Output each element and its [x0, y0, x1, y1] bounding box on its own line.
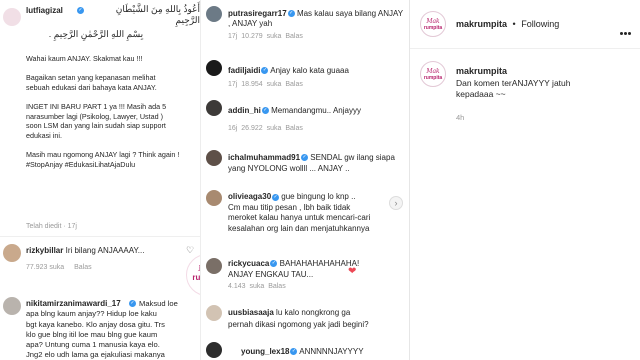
arabic-line: بِسْمِ اللهِ الرَّحْمٰنِ الرَّحِيمِ .: [48, 29, 144, 39]
comment-line: rickycuaca ✓ BAHAHAHAHAHAHA! ANJAY ENGKAU…: [228, 259, 360, 279]
comment-username[interactable]: rizkybillar: [26, 246, 63, 255]
post-username[interactable]: makrumpita: [456, 66, 507, 76]
comment-line: young_lex18 ✓ ANNNNNJAYYYY: [241, 347, 364, 356]
comment-line: olivieaga30 ✓ gue bingung lo knp .. Cm ma…: [228, 192, 371, 233]
left-comment-panel: lutfiagizal ✓ أَعُوذُ بِاللهِ مِنَ الشَّ…: [0, 0, 200, 360]
verified-badge-icon: ✓: [77, 7, 84, 14]
comment-username[interactable]: rickycuaca: [228, 259, 269, 268]
red-heart-icon: ❤: [348, 266, 357, 277]
avatar[interactable]: [206, 258, 222, 274]
heart-icon[interactable]: ♡: [186, 245, 194, 256]
comment-line: addin_hi ✓ Memandangmu.. Anjayyy: [228, 106, 361, 115]
avatar[interactable]: [206, 100, 222, 116]
comment-meta: 77.923 suka Balas: [26, 264, 92, 271]
comment-line: ichalmuhammad91 ✓ SENDAL gw ilang siapa y…: [228, 153, 395, 173]
avatar[interactable]: [206, 6, 222, 22]
arabic-line: أَعُوذُ بِاللهِ مِنَ الشَّيْطَانِ الرَّج…: [115, 4, 200, 25]
avatar[interactable]: [3, 244, 21, 262]
comment-username[interactable]: lutfiagizal: [26, 6, 63, 15]
following-button[interactable]: Following: [521, 19, 559, 29]
comment-text: Maksud loe apa blng kaum anjay?? Hidup l…: [26, 299, 178, 360]
avatar[interactable]: [206, 190, 222, 206]
like-count[interactable]: 77.923 suka: [26, 264, 64, 271]
reply-button[interactable]: Balas: [74, 264, 92, 271]
comment-username[interactable]: putrasiregarr17: [228, 9, 287, 18]
header-username[interactable]: makrumpita: [456, 19, 507, 29]
avatar[interactable]: [206, 305, 222, 321]
comment-username[interactable]: ichalmuhammad91: [228, 153, 300, 162]
comment-meta: 16j 26.922 suka Balas: [228, 125, 303, 132]
avatar[interactable]: [3, 297, 21, 315]
avatar[interactable]: [206, 60, 222, 76]
divider: [0, 236, 200, 237]
post-avatar[interactable]: Mak rumpita: [420, 61, 446, 87]
post-panel: Mak rumpita makrumpita • Following Mak r…: [409, 0, 640, 360]
more-options-icon[interactable]: [619, 22, 631, 40]
comment-line: putrasiregarr17 ✓ Mas kalau saya bilang A…: [228, 9, 403, 28]
divider: [410, 48, 640, 49]
middle-comment-panel: putrasiregarr17 ✓ Mas kalau saya bilang A…: [200, 0, 407, 360]
post-header: makrumpita • Following: [456, 19, 560, 29]
comment-username[interactable]: olivieaga30: [228, 192, 271, 201]
avatar[interactable]: [3, 8, 21, 26]
comment-text: Anjay kalo kata guaaa: [270, 66, 349, 75]
post-caption: Dan komen terANJAYYY jatuh kepadaaa ~~: [456, 78, 571, 99]
post-time: 4h: [456, 113, 465, 122]
avatar[interactable]: [206, 150, 222, 166]
comment-username[interactable]: addin_hi: [228, 106, 261, 115]
chevron-right-icon[interactable]: ›: [389, 196, 403, 210]
comment-meta: 17j 10.279 suka Balas: [228, 33, 303, 40]
comment-username[interactable]: young_lex18: [241, 347, 289, 356]
comment-text: Iri bilang ANJAAAAY...: [65, 246, 145, 255]
comment-username[interactable]: uusbiasaaja: [228, 308, 274, 317]
comment-text: ANNNNNJAYYYY: [299, 347, 364, 356]
comment-line: fadiljaidi ✓ Anjay kalo kata guaaa: [228, 66, 349, 75]
comment-username[interactable]: fadiljaidi: [228, 66, 260, 75]
profile-avatar[interactable]: Mak rumpita: [420, 11, 446, 37]
comment-meta: 17j 18.954 suka Balas: [228, 81, 303, 88]
avatar[interactable]: [206, 342, 222, 358]
comment-meta: 4.143 suka Balas: [228, 283, 286, 290]
comment-text: Wahai kaum ANJAY. Skakmat kau !!! Bagaik…: [26, 54, 180, 169]
comment-meta: Telah diedit · 17j: [26, 223, 77, 230]
comment-line: uusbiasaaja lu kalo nongkrong ga pernah …: [228, 307, 404, 330]
comment-line: rizkybillar Iri bilang ANJAAAAY...: [26, 246, 144, 255]
comment-text: Memandangmu.. Anjayyy: [271, 106, 361, 115]
